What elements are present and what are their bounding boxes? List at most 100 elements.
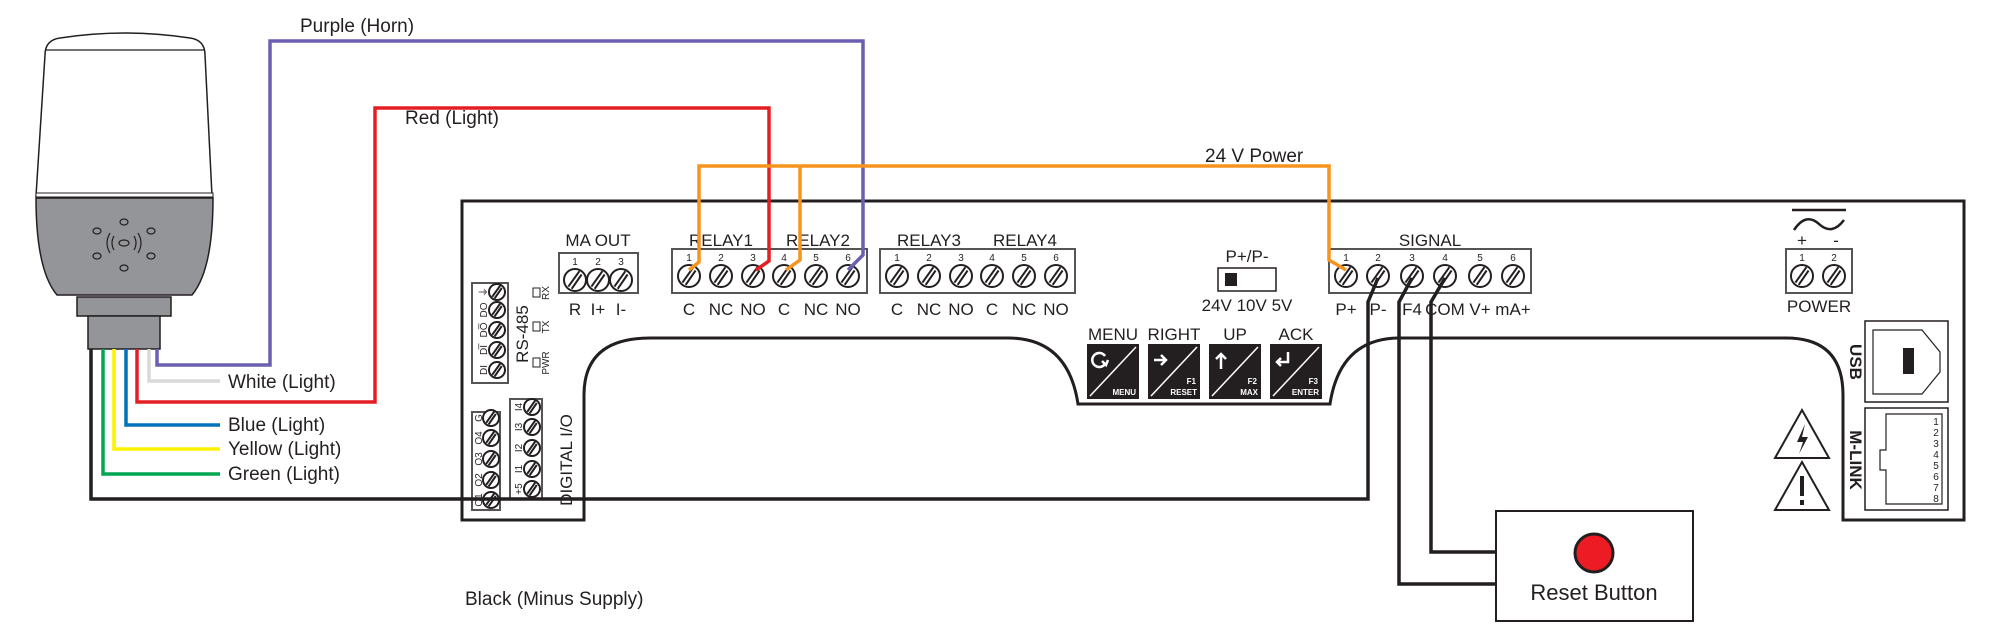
terminal-label: NC — [804, 300, 829, 319]
pin-number: 4 — [1442, 253, 1448, 264]
terminal-screw[interactable] — [482, 450, 500, 468]
key-menu-button[interactable]: MENU — [1087, 344, 1139, 399]
terminal-screw[interactable] — [523, 460, 541, 478]
usb-port[interactable] — [1864, 320, 1949, 403]
key-up-button[interactable]: F2 MAX — [1209, 344, 1261, 399]
pin-number: 5 — [1021, 253, 1027, 264]
terminal-screw[interactable] — [488, 361, 506, 379]
terminal-screw[interactable] — [609, 268, 633, 292]
label-yellow-light: Yellow (Light) — [228, 439, 341, 460]
terminal-label: V+ — [1469, 300, 1490, 319]
mlink-pin-number: 7 — [1933, 483, 1939, 494]
reset-button[interactable] — [1573, 532, 1615, 574]
label-green-light: Green (Light) — [228, 464, 340, 485]
terminal-screw[interactable] — [523, 418, 541, 436]
terminal-label: NC — [917, 300, 942, 319]
mlink-pin-number: 6 — [1933, 472, 1939, 483]
terminal-screw[interactable] — [917, 264, 941, 288]
terminal-screw[interactable] — [563, 268, 587, 292]
key-bottom-label: MAX — [1240, 388, 1258, 397]
pin-number: 1 — [894, 253, 900, 264]
terminal-screw[interactable] — [482, 471, 500, 489]
key-function-label: F1 — [1187, 377, 1197, 386]
terminal-screw[interactable] — [482, 429, 500, 447]
terminal-label: P+ — [1335, 300, 1356, 319]
mlink-pin-number: 4 — [1933, 450, 1939, 461]
terminal-screw[interactable] — [1468, 264, 1492, 288]
input-label: +5 — [514, 483, 525, 495]
led-label: PWR — [541, 351, 552, 374]
pin-number: 3 — [750, 253, 756, 264]
ma-out-terminal-block: 1 R 2 I+ 3 I- — [558, 252, 639, 319]
pin-number: 2 — [718, 253, 724, 264]
terminal-screw[interactable] — [980, 264, 1004, 288]
pin-number: 3 — [958, 253, 964, 264]
terminal-label: NC — [709, 300, 734, 319]
terminal-screw[interactable] — [488, 321, 506, 339]
ma-out-title: MA OUT — [565, 231, 630, 250]
terminal-label: P- — [1370, 300, 1387, 319]
caution-warning-icon — [1773, 459, 1831, 511]
pin-number: 2 — [595, 257, 601, 268]
mlink-pin-number: 2 — [1933, 428, 1939, 439]
wiring-diagram: 1 R 2 I+ 3 I- 1 C 2 NC 3 NO 4 C 5 NC 6 NO 1 C 2 NC 3 NO 4 C 5 NC 6 NO… — [35, 16, 1966, 622]
terminal-screw[interactable] — [772, 264, 796, 288]
pin-number: 1 — [1799, 253, 1805, 264]
led-label: RX — [541, 286, 552, 300]
terminal-screw[interactable] — [488, 283, 506, 301]
pin-number: 6 — [1053, 253, 1059, 264]
terminal-screw[interactable] — [523, 439, 541, 457]
terminal-screw[interactable] — [804, 264, 828, 288]
terminal-screw[interactable] — [1366, 264, 1390, 288]
terminal-screw[interactable] — [482, 409, 500, 427]
terminal-screw[interactable] — [1501, 264, 1525, 288]
pin-number: 5 — [813, 253, 819, 264]
terminal-screw[interactable] — [1044, 264, 1068, 288]
terminal-label: NO — [1043, 300, 1069, 319]
terminal-screw[interactable] — [1012, 264, 1036, 288]
terminal-label: NC — [1012, 300, 1037, 319]
key-ack-button[interactable]: F3 ENTER — [1270, 344, 1322, 399]
terminal-screw[interactable] — [1400, 264, 1424, 288]
key-top-label: UP — [1223, 325, 1247, 344]
terminal-label: NO — [835, 300, 861, 319]
terminal-screw[interactable] — [586, 268, 610, 292]
usb-label: USB — [1846, 344, 1865, 380]
key-right-button[interactable]: F1 RESET — [1148, 344, 1200, 399]
terminal-screw[interactable] — [1433, 264, 1457, 288]
key-bottom-label: ENTER — [1292, 388, 1319, 397]
rs485-terminal-label: DO̅ — [478, 322, 490, 337]
switch-options: 24V 10V 5V — [1202, 296, 1293, 315]
digital-io-title: DIGITAL I/O — [557, 414, 576, 506]
terminal-screw[interactable] — [885, 264, 909, 288]
output-label: O4 — [474, 431, 485, 445]
terminal-label: C — [683, 300, 695, 319]
terminal-screw[interactable] — [523, 398, 541, 416]
terminal-screw[interactable] — [488, 301, 506, 319]
input-label: I3 — [514, 422, 525, 431]
mlink-pin-number: 5 — [1933, 461, 1939, 472]
rs485-terminal-label: DI — [479, 365, 490, 375]
terminal-label: R — [569, 300, 581, 319]
terminal-label: F4 — [1402, 300, 1422, 319]
led-indicator — [532, 321, 541, 332]
terminal-label: I+ — [591, 300, 606, 319]
output-label: G — [474, 414, 485, 422]
label-red-light: Red (Light) — [405, 108, 499, 129]
voltage-switch[interactable] — [1217, 267, 1277, 292]
pin-number: 2 — [926, 253, 932, 264]
mlink-pin-number: 1 — [1933, 417, 1939, 428]
label-black-minus: Black (Minus Supply) — [465, 589, 643, 610]
terminal-label: C — [986, 300, 998, 319]
led-label: TX — [541, 320, 552, 333]
terminal-screw[interactable] — [488, 341, 506, 359]
input-label: I4 — [514, 402, 525, 411]
terminal-screw[interactable] — [523, 480, 541, 498]
terminal-label: C — [778, 300, 790, 319]
wire-green — [101, 349, 220, 476]
label-purple-horn: Purple (Horn) — [300, 16, 414, 37]
terminal-screw[interactable] — [1822, 264, 1846, 288]
terminal-screw[interactable] — [709, 264, 733, 288]
terminal-screw[interactable] — [949, 264, 973, 288]
terminal-screw[interactable] — [1790, 264, 1814, 288]
